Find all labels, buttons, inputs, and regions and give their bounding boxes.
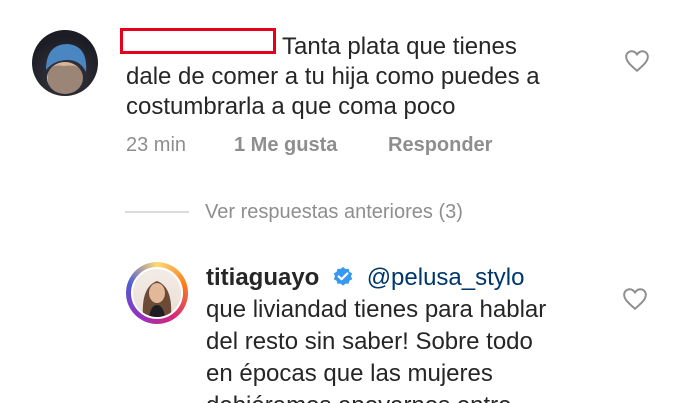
comment-text-line: en épocas que las mujeres bbox=[206, 360, 493, 387]
comment-text-line: que liviandad tienes para hablar bbox=[206, 296, 547, 323]
heart-icon[interactable] bbox=[622, 287, 648, 311]
username-link[interactable]: titiaguayo bbox=[206, 264, 319, 291]
avatar[interactable] bbox=[32, 30, 98, 96]
reply-button[interactable]: Responder bbox=[388, 133, 492, 157]
likes-count-link[interactable]: 1 Me gusta bbox=[234, 133, 337, 157]
heart-icon[interactable] bbox=[624, 49, 650, 73]
replies-divider bbox=[125, 211, 189, 213]
comment-text-line: del resto sin saber! Sobre todo bbox=[206, 328, 533, 355]
mention-link[interactable]: @pelusa_stylo bbox=[367, 264, 525, 291]
avatar[interactable] bbox=[131, 267, 183, 319]
verified-badge-icon bbox=[333, 267, 353, 286]
comment-text-line: dale de comer a tu hija como puedes a bbox=[126, 63, 540, 90]
comment-timestamp: 23 min bbox=[126, 134, 187, 156]
comment-text-line: Tanta plata que tienes bbox=[282, 33, 517, 60]
view-previous-replies-button[interactable]: Ver respuestas anteriores (3) bbox=[205, 200, 463, 224]
comment-text-line: debiéramos apoyarnos entre bbox=[206, 390, 512, 403]
comment-header: titiaguayo @pelusa_stylo bbox=[206, 262, 524, 294]
comment-text-line: costumbrarla a que coma poco bbox=[126, 93, 456, 120]
redacted-username-box bbox=[120, 28, 276, 54]
